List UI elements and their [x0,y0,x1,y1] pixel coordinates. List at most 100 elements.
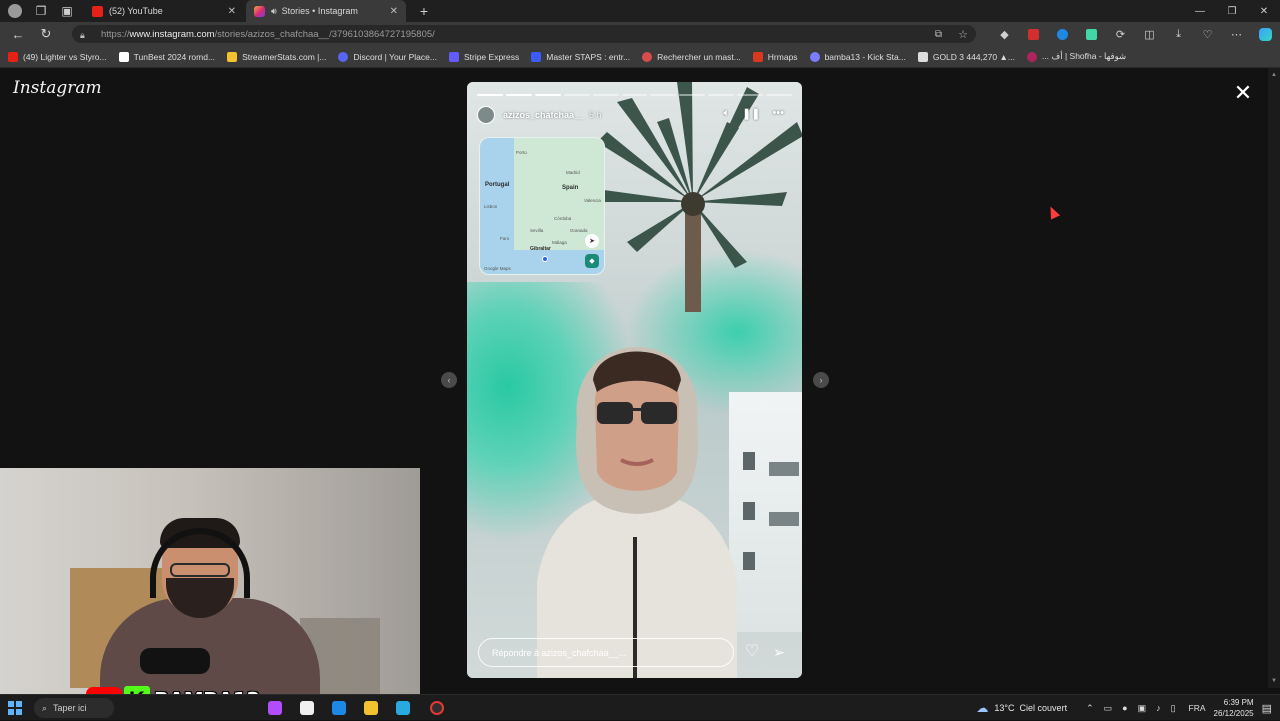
battery-icon[interactable]: ▯ [1171,703,1176,714]
file-explorer-icon[interactable] [364,701,378,715]
notifications-icon[interactable]: ▤ [1262,702,1272,715]
weather-description: Ciel couvert [1019,703,1068,713]
bookmark-item[interactable]: (49) Lighter vs Styro... [8,51,107,62]
tab-youtube[interactable]: (52) YouTube ✕ [84,0,244,22]
like-heart-icon[interactable]: ♡ [743,644,761,660]
bookmark-item[interactable]: Master STAPS : entr... [531,51,630,62]
previous-story-button[interactable]: ‹ [441,372,457,388]
bookmark-item[interactable]: Hrmaps [752,51,798,62]
taskbar-app-icon[interactable] [300,701,314,715]
instagram-logo[interactable]: Instagram [13,78,102,98]
copilot-icon[interactable] [1251,22,1280,46]
profile-avatar[interactable] [8,4,22,18]
story-progress-segment [505,94,532,96]
bookmark-favicon-icon [642,51,653,62]
taskbar-app-icon[interactable] [332,701,346,715]
map-small-label: Málaga [552,240,567,245]
display-icon[interactable]: ▣ [1138,703,1147,714]
workspaces-icon[interactable]: ❐ [30,0,52,22]
bookmark-favicon-icon [809,51,820,62]
browser-tab-bar: ❐ ▣ (52) YouTube ✕ 🔊︎ Stories • Instagra… [0,0,1280,22]
extensions-puzzle-icon[interactable]: ⟳ [1106,22,1135,46]
restore-icon[interactable]: ❐ [1216,0,1248,22]
bookmark-favicon-icon [531,51,542,62]
bookmark-item[interactable]: GOLD 3 444,270 ▲... [917,51,1015,62]
tab-instagram[interactable]: 🔊︎ Stories • Instagram ✕ [246,0,406,22]
extension-green-icon[interactable] [1077,22,1106,46]
navigate-icon[interactable]: ➤ [585,234,599,248]
more-options-icon[interactable]: ⋯ [1222,22,1251,46]
location-map-sticker[interactable]: Portugal Spain Gibraltar Madrid Lisbon S… [479,137,605,275]
youtube-favicon-icon [92,5,103,17]
story-header: azizos_chafchaa__ 5 h 🔈︎ ❚❚ ••• [477,105,792,125]
network-icon[interactable]: ▭ [1104,703,1113,714]
windows-start-icon[interactable] [8,701,22,715]
split-screen-icon[interactable]: ◫ [1135,22,1164,46]
window-close-icon[interactable]: ✕ [1248,0,1280,22]
speaker-icon[interactable]: 🔊︎ [271,6,277,17]
url-field[interactable]: 🔒︎ https://www.instagram.com/stories/azi… [72,25,976,43]
map-label: Spain [562,185,579,191]
reload-button[interactable]: ↻ [32,22,60,46]
minimize-icon[interactable]: — [1184,0,1216,22]
tab-actions-icon[interactable]: ▣ [56,0,78,22]
tab-close-icon[interactable]: ✕ [390,6,398,17]
bookmark-favicon-icon [917,51,928,62]
bookmark-item[interactable]: Stripe Express [448,51,519,62]
directions-icon[interactable]: ◆ [585,254,599,268]
story-progress-segment [592,94,619,96]
map-small-label: Madrid [566,170,580,175]
scroll-down-icon[interactable]: ▼ [1271,678,1277,684]
system-tray: ☁ 13°C Ciel couvert ⌃ ▭ ● ▣ ♪ ▯ FRA 6:39… [976,695,1280,721]
site-info-icon[interactable]: 🔒︎ [80,30,89,40]
taskbar-app-icon[interactable] [268,701,282,715]
story-progress-bar [477,94,792,96]
obs-recording-icon[interactable] [430,701,444,715]
extension-red-icon[interactable] [1019,22,1048,46]
bookmark-item[interactable]: Discord | Your Place... [338,51,437,62]
tab-close-icon[interactable]: ✕ [228,6,236,17]
clock-date: 26/12/2025 [1213,709,1254,718]
back-button[interactable]: ← [4,22,32,46]
clock-time: 6:39 PM [1223,698,1254,707]
story-author-username[interactable]: azizos_chafchaa__ [503,110,584,120]
microphone-tray-icon[interactable]: ● [1122,703,1127,713]
white-building-image [729,392,802,632]
mute-toggle-icon[interactable]: 🔈︎ [723,107,730,120]
edge-browser-icon[interactable] [396,701,410,715]
bookmark-favicon-icon [1026,51,1037,62]
extension-diamond-icon[interactable]: ◆ [990,22,1019,46]
input-language[interactable]: FRA [1189,703,1206,713]
map-small-label: Granada [570,228,588,233]
bookmark-item[interactable]: ... أف | Shofha - شوفها [1026,51,1126,62]
pause-icon[interactable]: ❚❚ [742,107,760,120]
instagram-favicon-icon [254,5,265,17]
extension-blue-icon[interactable] [1048,22,1077,46]
story-author-avatar[interactable] [477,106,495,124]
map-small-label: Sevilla [530,228,544,233]
bookmark-label: StreamerStats.com |... [242,51,327,62]
downloads-icon[interactable]: ⤓ [1164,22,1193,46]
next-story-button[interactable]: › [813,372,829,388]
share-send-icon[interactable]: ➢ [770,644,788,660]
open-in-app-icon[interactable]: ⧉ [935,29,942,40]
browser-essentials-icon[interactable]: ♡ [1193,22,1222,46]
bookmark-item[interactable]: StreamerStats.com |... [227,51,327,62]
bookmark-item[interactable]: Rechercher un mast... [642,51,741,62]
close-story-button[interactable]: ✕ [1232,82,1254,104]
bookmark-item[interactable]: bamba13 - Kick Sta... [809,51,906,62]
volume-icon[interactable]: ♪ [1156,703,1161,713]
weather-widget[interactable]: ☁ 13°C Ciel couvert [976,701,1067,715]
bookmark-label: (49) Lighter vs Styro... [23,51,107,62]
chevron-up-icon[interactable]: ⌃ [1086,703,1094,714]
new-tab-button[interactable]: + [412,0,436,22]
page-scrollbar[interactable]: ▲ ▼ [1268,68,1280,688]
more-options-icon[interactable]: ••• [772,107,784,120]
bookmark-item[interactable]: TunBest 2024 romd... [118,51,215,62]
reply-input[interactable]: Répondre à azizos_chafchaa__... [478,638,734,667]
scroll-up-icon[interactable]: ▲ [1271,72,1277,78]
taskbar-search-input[interactable]: ⌕ Taper ici [34,698,114,718]
story-card[interactable]: azizos_chafchaa__ 5 h 🔈︎ ❚❚ ••• Portugal… [467,82,802,678]
favorite-star-icon[interactable]: ☆ [958,28,968,41]
system-clock[interactable]: 6:39 PM 26/12/2025 [1214,697,1254,719]
